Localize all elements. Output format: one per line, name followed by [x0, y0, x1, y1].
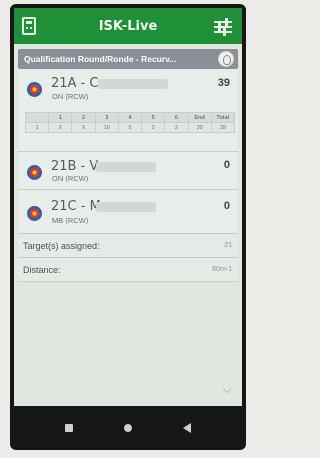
app-title: ISK-Live — [98, 18, 158, 34]
archer-code: 21C - M — [51, 199, 101, 214]
settings-sliders-icon[interactable] — [214, 18, 232, 36]
targets-assigned-row: Target(s) assigned: 21 — [18, 234, 238, 258]
header-cell — [24, 112, 50, 123]
header-cell: Total — [210, 112, 236, 123]
arrow-cell: 5 — [117, 122, 143, 133]
target-icon — [27, 206, 42, 221]
app-bar: ISK-Live — [14, 8, 242, 44]
nav-home-icon[interactable] — [123, 424, 132, 432]
arrow-cell: X — [71, 122, 96, 133]
target-icon — [27, 165, 42, 180]
header-cell: 2 — [71, 112, 96, 123]
archer-score: 0 — [223, 200, 230, 212]
redacted-name — [96, 202, 156, 212]
targets-assigned-value: 21 — [224, 242, 232, 249]
round-info-icon[interactable] — [218, 51, 234, 67]
end-number-cell: 1 — [24, 122, 50, 133]
running-total-cell: 39 — [210, 122, 236, 133]
system-nav-bar — [10, 406, 246, 450]
redacted-name — [96, 162, 156, 172]
archer-division: MB (RCW) — [52, 216, 89, 225]
phone-frame: ISK-Live Qualification Round/Ronde - Rec… — [10, 4, 246, 450]
end-total-cell: 39 — [187, 122, 212, 133]
distance-row: Distance: 60m-1 — [18, 258, 238, 282]
archer-division: ON (RCW) — [52, 174, 89, 183]
header-cell: 3 — [94, 112, 119, 123]
header-cell: 5 — [141, 112, 166, 123]
archer-score: 39 — [217, 77, 230, 89]
scroll-hint-icon — [222, 384, 232, 394]
nav-back-icon[interactable] — [182, 423, 191, 433]
app-screen: ISK-Live Qualification Round/Ronde - Rec… — [14, 8, 242, 406]
scoresheet-icon[interactable] — [22, 17, 36, 35]
archer-score: 0 — [223, 159, 230, 171]
nav-recent-icon[interactable] — [65, 424, 74, 432]
archer-code: 21A - C — [51, 76, 99, 91]
round-selector[interactable]: Qualification Round/Ronde - Recurv... — [18, 49, 238, 69]
redacted-name — [98, 79, 168, 89]
score-table: 1 2 3 4 5 6 End Total 1 X X 10 5 2 2 39 … — [24, 112, 236, 133]
round-label: Qualification Round/Ronde - Recurv... — [24, 54, 177, 64]
score-table-row[interactable]: 1 X X 10 5 2 2 39 39 — [24, 122, 236, 133]
distance-value: 60m-1 — [212, 266, 232, 273]
archer-row[interactable]: 21C - M MB (RCW) 0 — [18, 190, 238, 234]
distance-label: Distance: — [23, 265, 61, 275]
arrow-cell: X — [48, 122, 73, 133]
archer-row[interactable]: 21B - V ON (RCW) 0 — [18, 152, 238, 190]
archer-list: 21A - C ON (RCW) 39 1 2 3 4 5 6 End Tota… — [18, 69, 238, 282]
targets-assigned-label: Target(s) assigned: — [23, 241, 100, 251]
header-cell: 1 — [48, 112, 73, 123]
header-cell: 4 — [117, 112, 143, 123]
archer-code: 21B - V — [51, 159, 99, 174]
arrow-cell: 2 — [164, 122, 189, 133]
header-cell: End — [187, 112, 212, 123]
archer-row[interactable]: 21A - C ON (RCW) 39 1 2 3 4 5 6 End Tota… — [18, 69, 238, 152]
header-cell: 6 — [164, 112, 189, 123]
target-icon — [27, 82, 42, 97]
score-table-header: 1 2 3 4 5 6 End Total — [24, 112, 236, 123]
archer-division: ON (RCW) — [52, 92, 89, 101]
arrow-cell: 10 — [94, 122, 119, 133]
arrow-cell: 2 — [141, 122, 166, 133]
